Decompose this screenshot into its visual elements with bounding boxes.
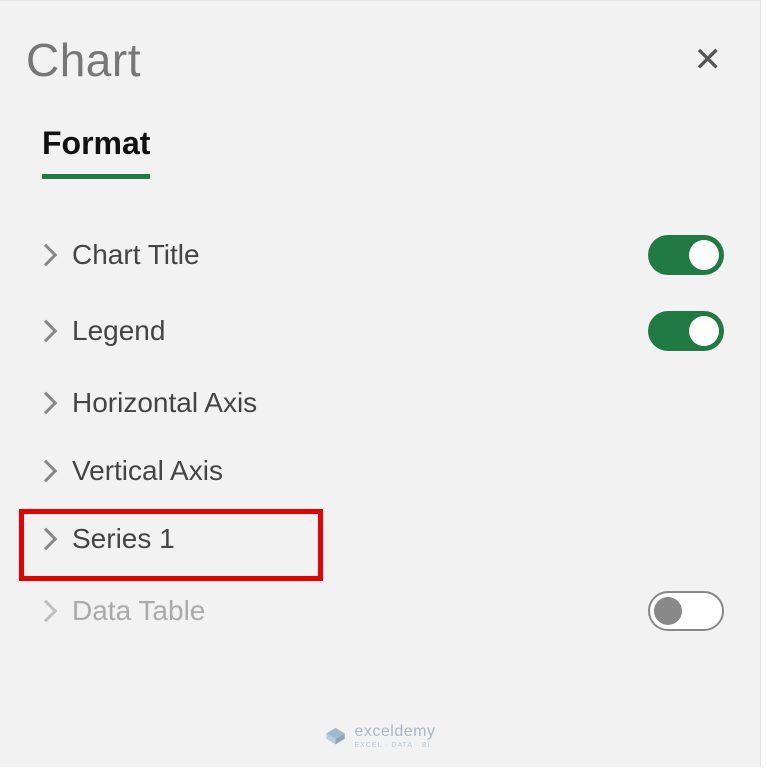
option-label: Series 1 [72,523,175,555]
option-left: Horizontal Axis [34,387,257,419]
watermark-main: exceldemy [355,724,436,740]
option-left: Series 1 [34,523,175,555]
chevron-right-icon[interactable] [35,244,58,267]
chevron-right-icon[interactable] [35,460,58,483]
tab-format[interactable]: Format [42,125,150,179]
chart-format-panel: Chart ✕ Format Chart Title Legend Horizo… [0,0,761,767]
option-chart-title[interactable]: Chart Title [34,217,724,293]
option-vertical-axis[interactable]: Vertical Axis [34,437,724,505]
option-left: Chart Title [34,239,200,271]
option-label: Horizontal Axis [72,387,257,419]
option-left: Data Table [34,595,205,627]
panel-title: Chart [26,33,141,87]
option-legend[interactable]: Legend [34,293,724,369]
option-label: Chart Title [72,239,200,271]
option-horizontal-axis[interactable]: Horizontal Axis [34,369,724,437]
watermark-text: exceldemy EXCEL · DATA · BI [355,724,436,749]
toggle-chart-title[interactable] [648,235,724,275]
panel-header: Chart ✕ [0,1,760,97]
chevron-right-icon [35,600,58,623]
format-options-list: Chart Title Legend Horizontal Axis Verti… [0,179,760,649]
chevron-right-icon[interactable] [35,320,58,343]
option-series-1[interactable]: Series 1 [34,505,724,573]
option-left: Vertical Axis [34,455,223,487]
watermark: exceldemy EXCEL · DATA · BI [325,724,436,749]
watermark-sub: EXCEL · DATA · BI [355,742,436,749]
chevron-right-icon[interactable] [35,392,58,415]
watermark-logo-icon [325,726,347,748]
toggle-legend[interactable] [648,311,724,351]
tab-row: Format [0,97,760,179]
option-left: Legend [34,315,165,347]
chevron-right-icon[interactable] [35,528,58,551]
close-icon[interactable]: ✕ [686,39,731,81]
option-data-table: Data Table [34,573,724,649]
toggle-data-table[interactable] [648,591,724,631]
option-label: Legend [72,315,165,347]
option-label: Vertical Axis [72,455,223,487]
option-label: Data Table [72,595,205,627]
